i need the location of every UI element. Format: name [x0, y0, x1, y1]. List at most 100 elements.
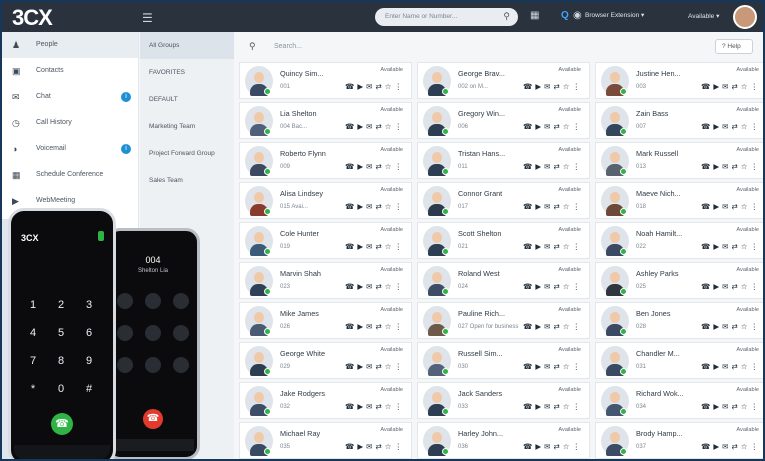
- star-icon[interactable]: ☆: [563, 442, 573, 451]
- more-icon[interactable]: ⋮: [751, 282, 762, 291]
- phone-icon[interactable]: ☎: [701, 282, 713, 291]
- sidebar-item-chat[interactable]: ✉ Chat i: [2, 84, 138, 110]
- more-icon[interactable]: ⋮: [395, 162, 406, 171]
- phone-icon[interactable]: ☎: [345, 442, 357, 451]
- more-icon[interactable]: ⋮: [751, 402, 762, 411]
- group-item[interactable]: Project Forward Group: [140, 140, 234, 167]
- video-icon[interactable]: ▶: [713, 202, 722, 211]
- star-icon[interactable]: ☆: [385, 162, 395, 171]
- star-icon[interactable]: ☆: [563, 242, 573, 251]
- person-card[interactable]: Connor Grant 017 Available ☎▶✉⇄☆⋮: [417, 182, 590, 219]
- more-icon[interactable]: ⋮: [395, 82, 406, 91]
- more-icon[interactable]: ⋮: [573, 82, 584, 91]
- group-item[interactable]: DEFAULT: [140, 86, 234, 113]
- person-card[interactable]: Pauline Rich... 027 Open for business Avai…: [417, 302, 590, 339]
- transfer-icon[interactable]: ⇄: [553, 282, 562, 291]
- user-avatar[interactable]: [733, 5, 757, 29]
- transfer-icon[interactable]: ⇄: [553, 322, 562, 331]
- more-icon[interactable]: ⋮: [395, 242, 406, 251]
- video-icon[interactable]: ▶: [713, 362, 722, 371]
- transfer-icon[interactable]: ⇄: [375, 442, 384, 451]
- phone-icon[interactable]: ☎: [701, 442, 713, 451]
- phone-icon[interactable]: ☎: [701, 322, 713, 331]
- sidebar-item-people[interactable]: ♟ People: [2, 32, 138, 58]
- keypad-key[interactable]: 4: [23, 327, 43, 339]
- transfer-icon[interactable]: ⇄: [553, 162, 562, 171]
- video-icon[interactable]: ▶: [357, 82, 366, 91]
- star-icon[interactable]: ☆: [385, 202, 395, 211]
- transfer-icon[interactable]: ⇄: [375, 122, 384, 131]
- star-icon[interactable]: ☆: [563, 322, 573, 331]
- help-button[interactable]: ? Help: [715, 39, 753, 54]
- phone-icon[interactable]: ☎: [523, 442, 535, 451]
- transfer-icon[interactable]: ⇄: [375, 242, 384, 251]
- person-card[interactable]: Harley John... 036 Available ☎▶✉⇄☆⋮: [417, 422, 590, 459]
- transfer-icon[interactable]: [145, 325, 161, 341]
- phone-icon[interactable]: ☎: [523, 162, 535, 171]
- sidebar-item-voicemail[interactable]: ◑ Voicemail i: [2, 136, 138, 162]
- call-button[interactable]: ☎: [51, 413, 73, 435]
- video-icon[interactable]: ▶: [713, 402, 722, 411]
- video-icon[interactable]: ▶: [713, 122, 722, 131]
- video-icon[interactable]: ▶: [357, 162, 366, 171]
- video-icon[interactable]: ▶: [535, 82, 544, 91]
- transfer-icon[interactable]: ⇄: [553, 122, 562, 131]
- person-card[interactable]: Mike James 026 Available ☎▶✉⇄☆⋮: [239, 302, 412, 339]
- more-icon[interactable]: ⋮: [573, 202, 584, 211]
- video-icon[interactable]: ▶: [535, 362, 544, 371]
- star-icon[interactable]: ☆: [741, 282, 751, 291]
- more-icon[interactable]: ⋮: [751, 122, 762, 131]
- transfer-icon[interactable]: ⇄: [731, 402, 740, 411]
- transfer-icon[interactable]: ⇄: [375, 282, 384, 291]
- star-icon[interactable]: ☆: [563, 82, 573, 91]
- person-card[interactable]: Roberto Flynn 009 Available ☎▶✉⇄☆⋮: [239, 142, 412, 179]
- keypad-key[interactable]: 1: [23, 299, 43, 311]
- video-icon[interactable]: ▶: [357, 202, 366, 211]
- more-icon[interactable]: ⋮: [573, 162, 584, 171]
- status-menu[interactable]: Available ▾: [688, 12, 719, 20]
- menu-icon[interactable]: ☰: [142, 11, 153, 25]
- group-item[interactable]: FAVORITES: [140, 59, 234, 86]
- video-icon[interactable]: ▶: [713, 162, 722, 171]
- phone-icon[interactable]: ☎: [345, 242, 357, 251]
- keypad-key[interactable]: #: [79, 383, 99, 395]
- phone-icon[interactable]: ☎: [701, 82, 713, 91]
- group-item[interactable]: Sales Team: [140, 167, 234, 194]
- phone-icon[interactable]: ☎: [345, 362, 357, 371]
- star-icon[interactable]: ☆: [385, 282, 395, 291]
- more-icon[interactable]: ⋮: [395, 402, 406, 411]
- star-icon[interactable]: ☆: [385, 122, 395, 131]
- phone-icon[interactable]: ☎: [345, 82, 357, 91]
- more-icon[interactable]: ⋮: [573, 362, 584, 371]
- video-icon[interactable]: ▶: [535, 442, 544, 451]
- dialpad-icon[interactable]: ▦: [530, 10, 539, 21]
- phone-icon[interactable]: ☎: [701, 242, 713, 251]
- video-icon[interactable]: ▶: [357, 402, 366, 411]
- person-card[interactable]: Jake Rodgers 032 Available ☎▶✉⇄☆⋮: [239, 382, 412, 419]
- person-card[interactable]: Jack Sanders 033 Available ☎▶✉⇄☆⋮: [417, 382, 590, 419]
- person-card[interactable]: Tristan Hans... 011 Available ☎▶✉⇄☆⋮: [417, 142, 590, 179]
- more-icon[interactable]: ⋮: [395, 282, 406, 291]
- transfer-icon[interactable]: ⇄: [553, 402, 562, 411]
- transfer-icon[interactable]: ⇄: [731, 362, 740, 371]
- phone-icon[interactable]: ☎: [345, 402, 357, 411]
- transfer-icon[interactable]: ⇄: [731, 162, 740, 171]
- star-icon[interactable]: ☆: [385, 402, 395, 411]
- phone-icon[interactable]: ☎: [523, 122, 535, 131]
- video-icon[interactable]: ▶: [535, 322, 544, 331]
- star-icon[interactable]: ☆: [563, 282, 573, 291]
- phone-icon[interactable]: ☎: [523, 402, 535, 411]
- video-icon[interactable]: ▶: [713, 282, 722, 291]
- speaker-icon[interactable]: [173, 293, 189, 309]
- more-icon[interactable]: ⋮: [573, 322, 584, 331]
- person-card[interactable]: Michael Ray 035 Available ☎▶✉⇄☆⋮: [239, 422, 412, 459]
- more-icon[interactable]: [173, 357, 189, 373]
- transfer-icon[interactable]: ⇄: [553, 202, 562, 211]
- more-icon[interactable]: ⋮: [573, 402, 584, 411]
- phone-icon[interactable]: ☎: [701, 162, 713, 171]
- video-icon[interactable]: ▶: [713, 82, 722, 91]
- phone-icon[interactable]: ☎: [345, 202, 357, 211]
- video-icon[interactable]: ▶: [713, 442, 722, 451]
- phone-icon[interactable]: ☎: [345, 282, 357, 291]
- person-card[interactable]: Alisa Lindsey 015 Avai... Available ☎▶✉⇄☆⋮: [239, 182, 412, 219]
